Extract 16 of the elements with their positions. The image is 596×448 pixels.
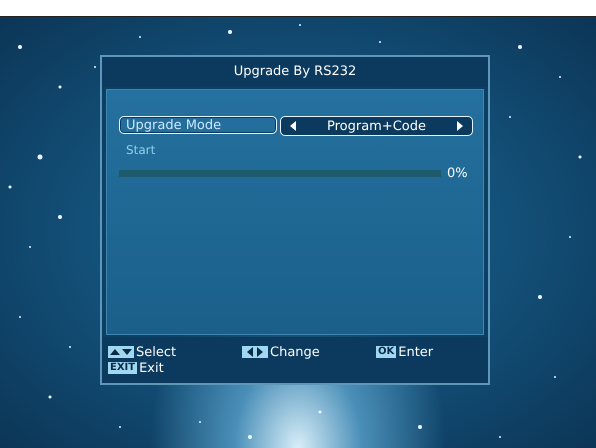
hint-label: Select: [136, 344, 176, 360]
hint-label: Exit: [139, 360, 164, 376]
right-arrow-icon: [456, 121, 464, 131]
menu-item[interactable]: Start: [119, 140, 277, 158]
hint-label: Change: [270, 344, 320, 360]
key-badge: EXIT: [108, 362, 138, 374]
progress-reading: 0%: [447, 166, 468, 181]
left-arrow-icon: [289, 121, 297, 131]
dialog-title: Upgrade By RS232: [102, 57, 488, 87]
hint-label: Enter: [398, 344, 434, 360]
key-badge: OK: [376, 346, 396, 358]
left-right-key-icon: [242, 346, 268, 358]
option-selector[interactable]: Program+Code: [280, 116, 473, 136]
up-down-key-icon: [108, 346, 134, 358]
option-value: Program+Code: [326, 118, 426, 134]
menu-item[interactable]: Upgrade Mode: [119, 116, 277, 134]
